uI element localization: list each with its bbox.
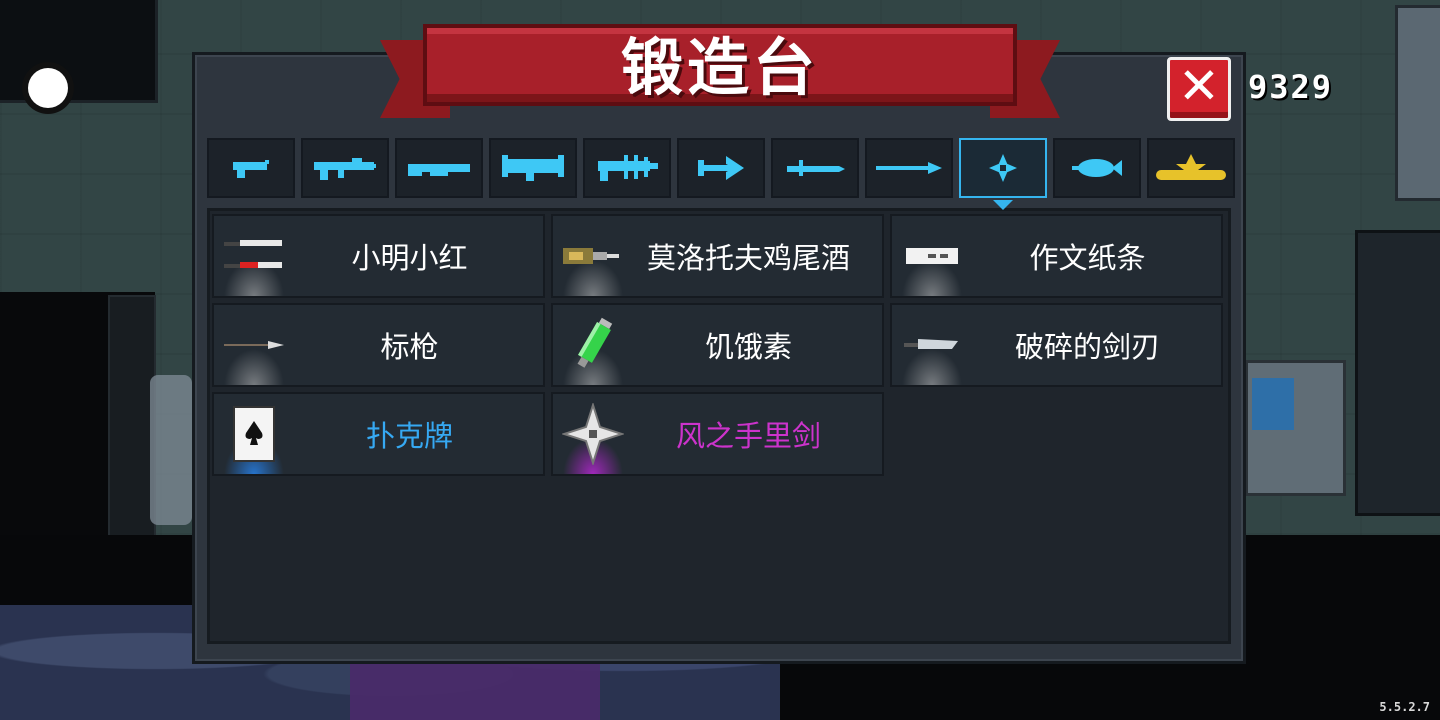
- forge-title-banner: 锻造台: [423, 24, 1017, 106]
- assault-rifle-icon: [314, 158, 376, 180]
- weapon-name: 风之手里剑: [675, 419, 821, 453]
- weapon-item[interactable]: 莫洛托夫鸡尾酒: [551, 214, 884, 298]
- tab-pistol[interactable]: [207, 138, 295, 198]
- weapon-icon-slot: [553, 216, 633, 296]
- weapon-item[interactable]: 标枪: [212, 303, 545, 387]
- score-counter: 9329: [1248, 68, 1334, 106]
- close-button[interactable]: ✕: [1167, 57, 1231, 121]
- weapon-item[interactable]: 风之手里剑: [551, 392, 884, 476]
- background-rack: [1355, 230, 1440, 516]
- weapon-name: 饥饿素: [704, 330, 792, 364]
- weapon-icon-slot: [214, 394, 294, 474]
- tab-assault-rifle[interactable]: [301, 138, 389, 198]
- close-icon: ✕: [1178, 57, 1220, 115]
- background-machine: [1395, 5, 1440, 201]
- tab-fish[interactable]: [1053, 138, 1141, 198]
- background-gas-tanks: [150, 375, 192, 525]
- bow-icon: [698, 156, 744, 180]
- syringe-icon: [577, 317, 613, 368]
- weapon-icon-slot: [214, 216, 294, 296]
- twin-knives-icon: [224, 240, 282, 268]
- forge-title: 锻造台: [620, 31, 819, 104]
- joystick-dot[interactable]: [28, 68, 68, 108]
- weapon-item[interactable]: 作文纸条: [890, 214, 1223, 298]
- rocket-launcher-icon: [502, 155, 564, 181]
- weapon-item[interactable]: 饥饿素: [551, 303, 884, 387]
- weapon-icon-slot: [214, 305, 294, 385]
- background-door: [108, 295, 156, 539]
- weapon-list: 小明小红 莫洛托夫鸡尾酒 作文纸条 标枪 饥饿素 破碎的剑刃 扑克牌 风之手里剑: [212, 214, 1228, 476]
- weapon-item[interactable]: 小明小红: [212, 214, 545, 298]
- tab-shotgun[interactable]: [395, 138, 483, 198]
- weapon-item[interactable]: 破碎的剑刃: [890, 303, 1223, 387]
- throwing-weapon-icon: [989, 154, 1017, 182]
- sword-icon: [787, 160, 845, 176]
- broken-blade-icon: [904, 339, 958, 349]
- weapon-name: 小明小红: [351, 241, 468, 275]
- pistol-icon: [233, 160, 269, 178]
- molotov-icon: [563, 248, 619, 264]
- fish-icon: [1072, 159, 1122, 177]
- poker-card-icon: [233, 406, 275, 462]
- laser-gun-icon: [598, 155, 658, 181]
- crown-icon: [1156, 154, 1226, 180]
- background-blueprint: [1252, 378, 1294, 430]
- tab-laser-gun[interactable]: [583, 138, 671, 198]
- weapon-item[interactable]: 扑克牌: [212, 392, 545, 476]
- version-label: 5.5.2.7: [1379, 700, 1430, 714]
- weapon-name: 莫洛托夫鸡尾酒: [646, 241, 850, 275]
- tab-crown[interactable]: [1147, 138, 1235, 198]
- weapon-name: 扑克牌: [365, 419, 453, 453]
- weapon-icon-slot: [892, 305, 972, 385]
- tab-bow[interactable]: [677, 138, 765, 198]
- paper-note-icon: [906, 248, 958, 264]
- weapon-icon-slot: [553, 394, 633, 474]
- weapon-icon-slot: [892, 216, 972, 296]
- weapon-name: 作文纸条: [1029, 241, 1146, 275]
- weapon-category-tabs: [207, 138, 1235, 198]
- background-picture-frame: [0, 0, 158, 103]
- tab-rocket-launcher[interactable]: [489, 138, 577, 198]
- weapon-name: 标枪: [380, 330, 439, 364]
- javelin-icon: [224, 341, 284, 349]
- tab-sword[interactable]: [771, 138, 859, 198]
- shotgun-icon: [408, 164, 470, 176]
- tab-spear[interactable]: [865, 138, 953, 198]
- spear-icon: [876, 162, 942, 174]
- wind-shuriken-icon: [562, 403, 624, 465]
- weapon-icon-slot: [553, 305, 633, 385]
- tab-throwing[interactable]: [959, 138, 1047, 198]
- weapon-name: 破碎的剑刃: [1014, 330, 1160, 364]
